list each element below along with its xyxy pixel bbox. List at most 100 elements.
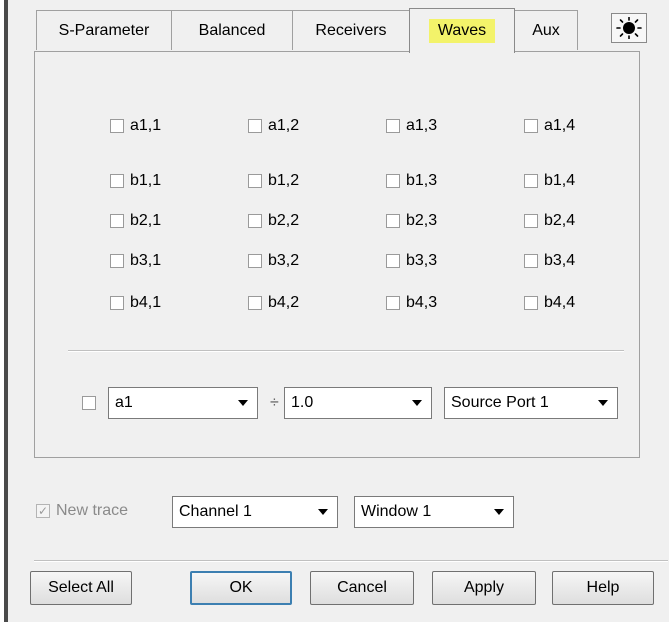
tab-label: S-Parameter bbox=[58, 21, 150, 39]
tab-s-parameter[interactable]: S-Parameter bbox=[36, 10, 172, 50]
chevron-down-icon bbox=[318, 509, 328, 515]
checkbox-box[interactable] bbox=[524, 214, 538, 228]
wave-quantities-dialog: S-Parameter Balanced Receivers Waves Aux… bbox=[8, 0, 669, 622]
checkbox-b4-4[interactable]: b4,4 bbox=[524, 294, 575, 312]
ok-button[interactable]: OK bbox=[190, 571, 292, 605]
checkbox-box[interactable] bbox=[524, 296, 538, 310]
checkbox-box[interactable] bbox=[248, 119, 262, 133]
checkbox-b2-3[interactable]: b2,3 bbox=[386, 212, 437, 230]
button-label: Cancel bbox=[337, 579, 387, 596]
checkbox-box[interactable] bbox=[386, 254, 400, 268]
numerator-select[interactable]: a1 bbox=[108, 387, 258, 419]
checkbox-box[interactable] bbox=[110, 254, 124, 268]
checkbox-a1-3[interactable]: a1,3 bbox=[386, 117, 437, 135]
tab-label: Waves bbox=[428, 19, 496, 43]
tab-receivers[interactable]: Receivers bbox=[292, 10, 410, 50]
checkbox-b4-3[interactable]: b4,3 bbox=[386, 294, 437, 312]
checkbox-label: b3,4 bbox=[544, 252, 576, 269]
checkbox-box[interactable] bbox=[386, 119, 400, 133]
checkbox-box[interactable] bbox=[248, 296, 262, 310]
checkbox-b3-3[interactable]: b3,3 bbox=[386, 252, 437, 270]
checkbox-b4-2[interactable]: b4,2 bbox=[248, 294, 299, 312]
tab-waves[interactable]: Waves bbox=[409, 8, 515, 53]
checkbox-label: b1,3 bbox=[406, 172, 438, 189]
checkbox-box[interactable] bbox=[386, 296, 400, 310]
chevron-down-icon bbox=[238, 400, 248, 406]
checkbox-b1-1[interactable]: b1,1 bbox=[110, 172, 161, 190]
select-all-button[interactable]: Select All bbox=[30, 571, 132, 605]
checkbox-box[interactable] bbox=[110, 174, 124, 188]
cancel-button[interactable]: Cancel bbox=[310, 571, 414, 605]
checkbox-b3-2[interactable]: b3,2 bbox=[248, 252, 299, 270]
window-border bbox=[0, 0, 8, 622]
new-trace-checkbox[interactable]: ✓ New trace bbox=[36, 502, 128, 520]
checkbox-box[interactable] bbox=[110, 296, 124, 310]
channel-value: Channel 1 bbox=[179, 503, 252, 520]
checkbox-b1-4[interactable]: b1,4 bbox=[524, 172, 575, 190]
tab-label: Balanced bbox=[198, 21, 266, 39]
apply-button[interactable]: Apply bbox=[432, 571, 536, 605]
button-label: Select All bbox=[48, 579, 114, 596]
checkbox-box[interactable] bbox=[110, 214, 124, 228]
checkbox-label: b3,2 bbox=[268, 252, 300, 269]
denominator-select[interactable]: 1.0 bbox=[284, 387, 432, 419]
chevron-down-icon bbox=[412, 400, 422, 406]
checkbox-b2-1[interactable]: b2,1 bbox=[110, 212, 161, 230]
tab-balanced[interactable]: Balanced bbox=[171, 10, 293, 50]
checkbox-box[interactable] bbox=[82, 396, 96, 410]
checkbox-label: b4,3 bbox=[406, 294, 438, 311]
checkbox-b4-1[interactable]: b4,1 bbox=[110, 294, 161, 312]
checkbox-label: a1,1 bbox=[130, 117, 162, 134]
checkbox-a1-4[interactable]: a1,4 bbox=[524, 117, 575, 135]
denominator-value: 1.0 bbox=[291, 394, 314, 411]
checkbox-box[interactable] bbox=[248, 174, 262, 188]
checkbox-label: a1,3 bbox=[406, 117, 438, 134]
checkbox-label: b4,1 bbox=[130, 294, 162, 311]
new-trace-label: New trace bbox=[56, 502, 129, 519]
checkbox-a1-2[interactable]: a1,2 bbox=[248, 117, 299, 135]
channel-select[interactable]: Channel 1 bbox=[172, 496, 338, 528]
numerator-value: a1 bbox=[115, 394, 133, 411]
checkbox-a1-1[interactable]: a1,1 bbox=[110, 117, 161, 135]
checkbox-b1-3[interactable]: b1,3 bbox=[386, 172, 437, 190]
check-icon: ✓ bbox=[36, 504, 50, 518]
checkbox-label: a1,4 bbox=[544, 117, 576, 134]
sun-icon bbox=[616, 17, 642, 39]
light-toggle-button[interactable] bbox=[611, 13, 647, 43]
checkbox-box[interactable] bbox=[386, 174, 400, 188]
dialog-separator bbox=[34, 560, 668, 562]
checkbox-label: b2,1 bbox=[130, 212, 162, 229]
checkbox-box[interactable] bbox=[524, 254, 538, 268]
button-label: Help bbox=[586, 579, 620, 596]
button-label: Apply bbox=[463, 579, 505, 596]
ratio-enable-checkbox[interactable] bbox=[82, 396, 102, 410]
checkbox-b2-2[interactable]: b2,2 bbox=[248, 212, 299, 230]
checkbox-label: b3,1 bbox=[130, 252, 162, 269]
help-button[interactable]: Help bbox=[552, 571, 654, 605]
checkbox-label: b2,2 bbox=[268, 212, 300, 229]
checkbox-b2-4[interactable]: b2,4 bbox=[524, 212, 575, 230]
button-label: OK bbox=[229, 579, 253, 596]
panel-separator bbox=[68, 350, 624, 352]
checkbox-label: b1,4 bbox=[544, 172, 576, 189]
checkbox-label: b1,2 bbox=[268, 172, 300, 189]
tab-aux[interactable]: Aux bbox=[514, 10, 578, 50]
checkbox-box[interactable] bbox=[386, 214, 400, 228]
checkbox-b3-1[interactable]: b3,1 bbox=[110, 252, 161, 270]
checkbox-box[interactable] bbox=[524, 174, 538, 188]
checkbox-label: b2,4 bbox=[544, 212, 576, 229]
checkbox-box[interactable] bbox=[248, 254, 262, 268]
chevron-down-icon bbox=[494, 509, 504, 515]
checkbox-box[interactable] bbox=[110, 119, 124, 133]
checkbox-b3-4[interactable]: b3,4 bbox=[524, 252, 575, 270]
chevron-down-icon bbox=[598, 400, 608, 406]
checkbox-box[interactable] bbox=[524, 119, 538, 133]
checkbox-b1-2[interactable]: b1,2 bbox=[248, 172, 299, 190]
checkbox-box[interactable] bbox=[248, 214, 262, 228]
tab-label: Aux bbox=[532, 21, 560, 39]
checkbox-label: b4,4 bbox=[544, 294, 576, 311]
window-select[interactable]: Window 1 bbox=[354, 496, 514, 528]
divide-symbol: ÷ bbox=[270, 394, 279, 411]
checkbox-label: b4,2 bbox=[268, 294, 300, 311]
source-port-select[interactable]: Source Port 1 bbox=[444, 387, 618, 419]
